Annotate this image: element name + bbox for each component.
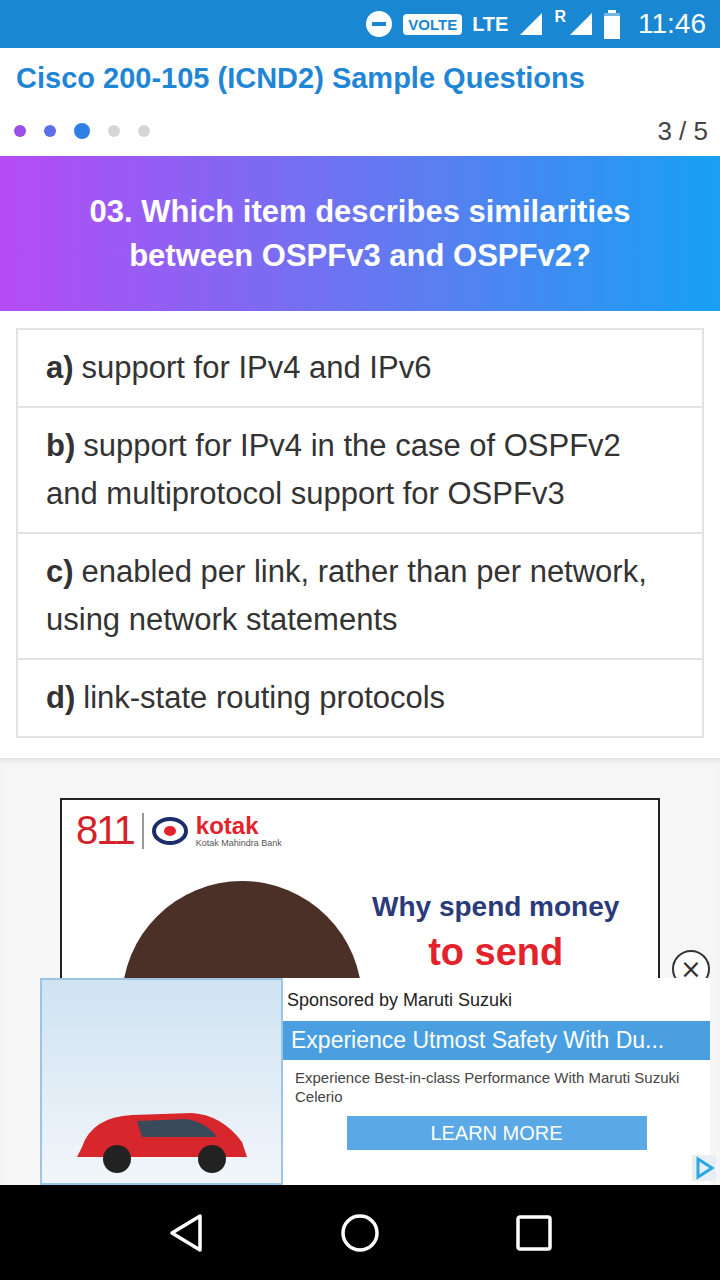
back-icon[interactable]	[168, 1213, 204, 1253]
page-counter: 3 / 5	[657, 116, 708, 147]
ad-headline: Why spend money	[372, 891, 619, 923]
network-type: LTE	[472, 13, 508, 36]
screen: VOLTE LTE R 11:46 Cisco 200-105 (ICND2) Samp…	[0, 0, 720, 1280]
pager-dot[interactable]	[44, 125, 56, 137]
option-text: support for IPv4 in the case of OSPFv2 a…	[46, 428, 621, 511]
ad-title: Experience Utmost Safety With Du...	[283, 1021, 710, 1060]
home-icon[interactable]	[340, 1213, 380, 1253]
signal-icon	[568, 11, 594, 37]
adchoices-icon[interactable]	[692, 1155, 716, 1181]
question-banner: 03. Which item describes similarities be…	[0, 156, 720, 311]
option-text: enabled per link, rather than per networ…	[46, 554, 647, 637]
ad-brand-sub: Kotak Mahindra Bank	[196, 838, 282, 848]
options-list: a)support for IPv4 and IPv6b)support for…	[16, 328, 704, 738]
battery-icon	[604, 10, 620, 39]
option-letter: d)	[46, 680, 75, 715]
option-letter: c)	[46, 554, 74, 589]
ad-brand: kotak	[196, 814, 282, 838]
pager: 3 / 5	[0, 106, 720, 156]
ad-image	[40, 978, 283, 1185]
learn-more-button[interactable]: LEARN MORE	[347, 1116, 647, 1150]
pager-dot[interactable]	[138, 125, 150, 137]
ad-logo: 811 kotakKotak Mahindra Bank	[62, 800, 658, 861]
clock: 11:46	[638, 8, 706, 40]
roaming-indicator: R	[554, 8, 566, 26]
pager-dot[interactable]	[74, 123, 90, 139]
do-not-disturb-icon	[365, 10, 393, 38]
pager-dot[interactable]	[14, 125, 26, 137]
status-bar: VOLTE LTE R 11:46	[0, 0, 720, 48]
car-icon	[62, 1087, 262, 1177]
question-text: 03. Which item describes similarities be…	[40, 190, 680, 278]
option-row[interactable]: d)link-state routing protocols	[18, 660, 702, 736]
option-row[interactable]: b)support for IPv4 in the case of OSPFv2…	[18, 408, 702, 534]
option-letter: a)	[46, 350, 74, 385]
ad-body: Experience Best-in-class Performance Wit…	[283, 1060, 710, 1106]
app-bar: Cisco 200-105 (ICND2) Sample Questions	[0, 48, 720, 106]
option-row[interactable]: a)support for IPv4 and IPv6	[18, 330, 702, 408]
option-row[interactable]: c)enabled per link, rather than per netw…	[18, 534, 702, 660]
app-title: Cisco 200-105 (ICND2) Sample Questions	[16, 56, 704, 100]
sponsored-ad[interactable]: Sponsored by Maruti Suzuki Experience Utm…	[40, 978, 710, 1185]
ad-headline: to send	[428, 931, 563, 974]
ad-area: 811 kotakKotak Mahindra Bank Why spend mon…	[0, 758, 720, 1185]
signal-icon	[518, 11, 544, 37]
kotak-logo-icon	[152, 817, 188, 845]
pager-dot[interactable]	[108, 125, 120, 137]
volte-badge: VOLTE	[403, 14, 462, 35]
recents-icon[interactable]	[516, 1215, 552, 1251]
option-text: link-state routing protocols	[83, 680, 445, 715]
sponsor-label: Sponsored by Maruti Suzuki	[283, 990, 710, 1011]
option-letter: b)	[46, 428, 75, 463]
option-text: support for IPv4 and IPv6	[82, 350, 432, 385]
ad-number: 811	[76, 808, 134, 853]
navigation-bar	[0, 1185, 720, 1280]
